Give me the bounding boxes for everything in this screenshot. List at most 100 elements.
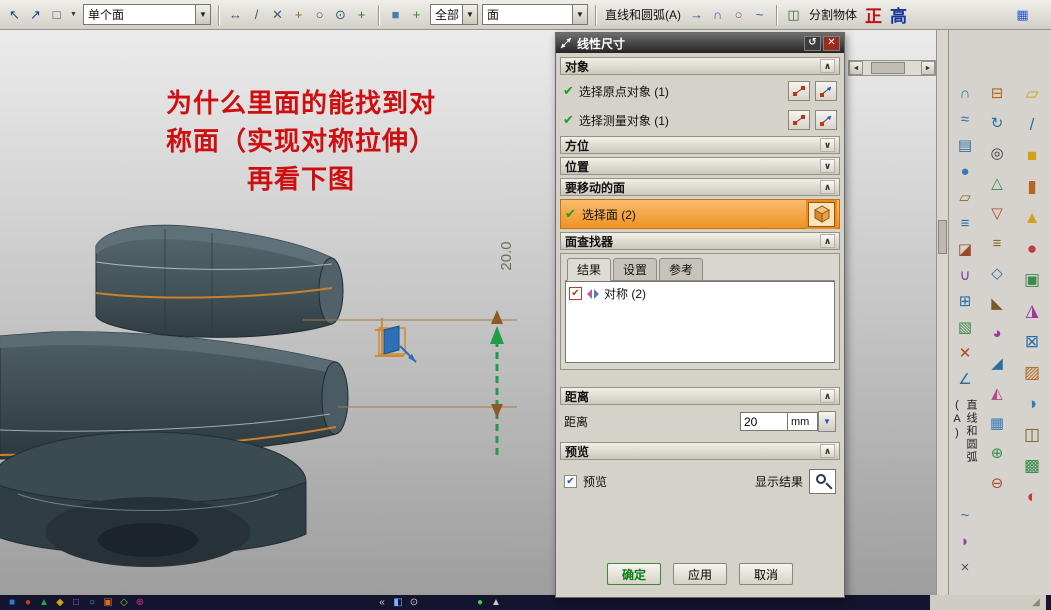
ok-button[interactable]: 确定 bbox=[607, 563, 661, 585]
scroll-left-button[interactable]: ◄ bbox=[849, 61, 863, 75]
orient-handle-icon[interactable] bbox=[370, 310, 430, 370]
arc-tool-icon[interactable]: ∩ bbox=[708, 5, 727, 24]
symmetric-checkbox[interactable]: ✔ bbox=[569, 287, 582, 300]
pan-icon[interactable]: ↔ bbox=[226, 5, 245, 24]
section-header-position[interactable]: 位置 ∨ bbox=[560, 157, 840, 175]
taskbar-icon-5[interactable]: □ bbox=[69, 596, 83, 609]
thicken-icon[interactable]: ⊞ bbox=[953, 290, 977, 312]
edge-blend-icon[interactable]: ◕ bbox=[985, 322, 1009, 344]
circle-tool-icon[interactable]: ○ bbox=[729, 5, 748, 24]
finder-result-list[interactable]: ✔ 对称 (2) bbox=[565, 281, 835, 363]
measure-dialog-button[interactable] bbox=[815, 110, 837, 130]
select-measure-row[interactable]: ✔ 选择测量对象 (1) bbox=[560, 107, 840, 133]
sphere-primitive-icon[interactable]: ● bbox=[1020, 237, 1044, 261]
spline-tool-icon[interactable]: ~ bbox=[750, 5, 769, 24]
ruled-surface-icon[interactable]: ▤ bbox=[953, 134, 977, 156]
status-ok-icon[interactable]: ● bbox=[473, 596, 487, 609]
expand-arrow-icon[interactable]: ∨ bbox=[820, 138, 835, 152]
cancel-button[interactable]: 取消 bbox=[739, 563, 793, 585]
promote-body-icon[interactable]: ⊠ bbox=[1020, 330, 1044, 354]
boss-icon[interactable]: △ bbox=[985, 172, 1009, 194]
section-header-faces[interactable]: 要移动的面 ∧ bbox=[560, 178, 840, 196]
circle-snap-icon[interactable]: ○ bbox=[310, 5, 329, 24]
dimension-drag-handle[interactable] bbox=[490, 326, 504, 344]
add-snap-icon[interactable]: + bbox=[352, 5, 371, 24]
vertical-scrollbar[interactable] bbox=[936, 30, 949, 595]
tab-settings[interactable]: 设置 bbox=[613, 258, 658, 280]
dialog-reset-button[interactable]: ↺ bbox=[804, 35, 821, 51]
collapse-arrow-icon[interactable]: ∧ bbox=[820, 389, 835, 403]
split-body-label[interactable]: 分割物体 bbox=[807, 6, 859, 23]
section-header-orientation[interactable]: 方位 ∨ bbox=[560, 136, 840, 154]
rib-icon[interactable]: ≡ bbox=[985, 232, 1009, 254]
select-origin-row[interactable]: ✔ 选择原点对象 (1) bbox=[560, 78, 840, 104]
patch-icon[interactable]: ▧ bbox=[953, 316, 977, 338]
unit-dropdown-button[interactable]: ▼ bbox=[818, 411, 836, 432]
swept-surface-icon[interactable]: ≈ bbox=[953, 108, 977, 130]
ime-icon[interactable]: ◧ bbox=[391, 596, 405, 609]
view-orient-icon[interactable]: ◐ bbox=[1020, 485, 1044, 509]
face-select-button[interactable] bbox=[806, 199, 837, 229]
shell-icon[interactable]: ◇ bbox=[985, 262, 1009, 284]
horizontal-scrollbar[interactable]: ◄ ► bbox=[848, 60, 936, 76]
pocket-icon[interactable]: ▽ bbox=[985, 202, 1009, 224]
sphere-icon[interactable]: ● bbox=[953, 160, 977, 182]
revolve-icon[interactable]: ↻ bbox=[985, 112, 1009, 134]
resize-grip-icon[interactable]: ◢ bbox=[1029, 596, 1043, 609]
collapse-arrow-icon[interactable]: ∧ bbox=[820, 59, 835, 73]
section-header-preview[interactable]: 预览 ∧ bbox=[560, 442, 840, 460]
boolean-subtract-icon[interactable]: ⊖ bbox=[985, 472, 1009, 494]
block-primitive-icon[interactable]: ■ bbox=[1020, 144, 1044, 168]
vscroll-thumb[interactable] bbox=[938, 220, 947, 254]
expand-arrow-icon[interactable]: ∨ bbox=[820, 159, 835, 173]
point-dialog-button[interactable] bbox=[788, 81, 810, 101]
network-icon[interactable]: ▲ bbox=[489, 596, 503, 609]
solid-body-icon[interactable]: ■ bbox=[386, 5, 405, 24]
measure-icon[interactable]: ◫ bbox=[1020, 423, 1044, 447]
mirror-body-icon[interactable]: ◮ bbox=[1020, 299, 1044, 323]
taskbar-icon-1[interactable]: ■ bbox=[5, 596, 19, 609]
taskbar-icon-6[interactable]: ○ bbox=[85, 596, 99, 609]
cylinder-primitive-icon[interactable]: ▮ bbox=[1020, 175, 1044, 199]
through-curves-icon[interactable]: ∩ bbox=[953, 82, 977, 104]
trim-sheet-icon[interactable]: ◪ bbox=[953, 238, 977, 260]
taskbar-icon-8[interactable]: ◇ bbox=[117, 596, 131, 609]
sketch-icon[interactable]: ▨ bbox=[1020, 361, 1044, 385]
tray-app-icon[interactable]: ⊙ bbox=[407, 596, 421, 609]
add-body-icon[interactable]: + bbox=[407, 5, 426, 24]
center-snap-icon[interactable]: ⊙ bbox=[331, 5, 350, 24]
taskbar-icon-9[interactable]: ⊕ bbox=[133, 596, 147, 609]
collapse-arrow-icon[interactable]: ∧ bbox=[820, 234, 835, 248]
point-snap-icon[interactable]: + bbox=[289, 5, 308, 24]
scope-combo[interactable]: 全部 ▼ bbox=[430, 4, 478, 25]
combo-dropdown-icon[interactable]: ▼ bbox=[462, 5, 477, 24]
point-dialog-button[interactable] bbox=[788, 110, 810, 130]
type-filter-combo[interactable]: 面 ▼ bbox=[482, 4, 588, 25]
boolean-unite-icon[interactable]: ⊕ bbox=[985, 442, 1009, 464]
distance-input[interactable] bbox=[740, 412, 788, 431]
draft-angle-icon[interactable]: ∠ bbox=[953, 368, 977, 390]
dialog-close-button[interactable]: ✕ bbox=[823, 35, 840, 51]
collapse-arrow-icon[interactable]: ∧ bbox=[820, 444, 835, 458]
scroll-track[interactable] bbox=[863, 61, 921, 75]
combo-dropdown-icon[interactable]: ▼ bbox=[195, 5, 210, 24]
datum-axis-icon[interactable]: / bbox=[1020, 113, 1044, 137]
face-rule-combo[interactable]: 单个面 ▼ bbox=[83, 4, 211, 25]
expression-icon[interactable]: ◑ bbox=[1020, 392, 1044, 416]
panel-toggle-icon[interactable]: ▦ bbox=[1013, 5, 1032, 24]
section-header-object[interactable]: 对象 ∧ bbox=[560, 57, 840, 75]
snip-surface-icon[interactable]: × bbox=[953, 556, 977, 578]
split-body-icon[interactable]: ◫ bbox=[784, 5, 803, 24]
taskbar-icon-3[interactable]: ▲ bbox=[37, 596, 51, 609]
select-cursor-icon[interactable]: ↖ bbox=[5, 5, 24, 24]
preview-checkbox[interactable]: ✔ bbox=[564, 475, 577, 488]
erase-icon[interactable]: ✕ bbox=[268, 5, 287, 24]
taskbar-icon-7[interactable]: ▣ bbox=[101, 596, 115, 609]
layer-settings-icon[interactable]: ▩ bbox=[1020, 454, 1044, 478]
collapse-tray-icon[interactable]: « bbox=[375, 596, 389, 609]
mirror-feature-icon[interactable]: ◭ bbox=[985, 382, 1009, 404]
line-snap-icon[interactable]: / bbox=[247, 5, 266, 24]
scroll-thumb[interactable] bbox=[871, 62, 905, 74]
hole-icon[interactable]: ◎ bbox=[985, 142, 1009, 164]
chamfer-icon[interactable]: ◣ bbox=[985, 292, 1009, 314]
